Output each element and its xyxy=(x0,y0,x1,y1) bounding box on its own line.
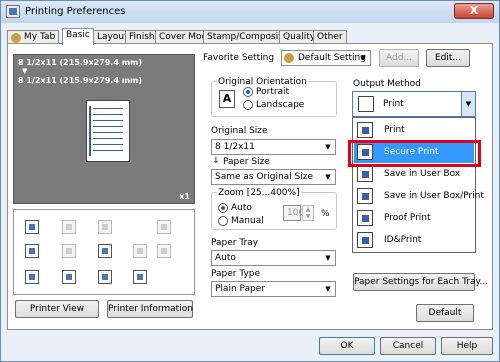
tab-my-tab-label: My Tab xyxy=(24,32,56,42)
arrow-down-icon: ↓ xyxy=(212,156,220,166)
tray-icon xyxy=(157,244,171,258)
landscape-label: Landscape xyxy=(256,100,305,110)
print-icon xyxy=(357,122,373,138)
paper-size-value: Same as Original Size xyxy=(215,172,314,182)
chevron-down-icon: ▼ xyxy=(360,54,366,62)
proof-print-icon xyxy=(357,210,373,226)
output-option-save-in-user-box-print[interactable]: Save in User Box/Print xyxy=(354,185,484,207)
paper-size-combo[interactable]: Same as Original Size ▼ xyxy=(211,169,336,185)
favorite-setting-label: Favorite Setting xyxy=(203,53,275,63)
arrow-down-icon: ▼ xyxy=(22,67,28,75)
tab-basic[interactable]: Basic xyxy=(62,28,94,45)
output-option-label: Print xyxy=(384,125,405,135)
combination-icon xyxy=(62,244,76,258)
function-icon-grid xyxy=(13,209,195,295)
paper-size-label: Paper Size xyxy=(223,157,270,167)
copies-count: x1 xyxy=(179,192,190,201)
output-option-proof-print[interactable]: Proof Print xyxy=(354,207,474,229)
id-print-icon xyxy=(357,232,373,248)
zoom-value-field[interactable]: 100 xyxy=(283,205,304,221)
booklet-icon xyxy=(133,244,147,258)
paper-tray-combo[interactable]: Auto ▼ xyxy=(211,250,336,266)
favorite-setting-combo[interactable]: Default Setting ▼ xyxy=(281,50,371,66)
original-size-value: 8 1/2x11 xyxy=(215,142,255,152)
default-button[interactable]: Default xyxy=(416,304,474,322)
output-method-combo[interactable]: Print ▼ xyxy=(352,91,476,117)
tab-finish[interactable]: Finish xyxy=(125,30,159,44)
output-method-dropdown-list: Print Secure Print Save in User Box Save… xyxy=(352,117,484,253)
tab-my-tab[interactable]: My Tab xyxy=(7,30,60,44)
zoom-auto-radio[interactable] xyxy=(218,203,228,213)
page-preview: 8 1/2x11 (215.9x279.4 mm) ▼ 8 1/2x11 (21… xyxy=(13,54,195,204)
output-option-label: Proof Print xyxy=(384,213,431,223)
close-button[interactable]: X xyxy=(454,3,494,19)
output-method-value: Print xyxy=(383,99,404,109)
chevron-down-icon[interactable]: ▼ xyxy=(461,92,475,116)
document-icon[interactable] xyxy=(25,270,39,284)
output-option-label: Save in User Box/Print xyxy=(384,191,484,201)
paper-tray-label: Paper Tray xyxy=(211,238,259,248)
printer-app-icon xyxy=(6,5,20,18)
ok-button[interactable]: OK xyxy=(319,337,375,355)
zoom-manual-label: Manual xyxy=(231,216,264,226)
user-auth-icon[interactable] xyxy=(62,270,76,284)
paper-type-combo[interactable]: Plain Paper ▼ xyxy=(211,281,336,297)
chevron-down-icon: ▼ xyxy=(325,254,331,262)
highlight-callout-box xyxy=(348,140,481,167)
user-box-print-icon xyxy=(357,188,373,204)
favorite-icon xyxy=(284,53,294,63)
orientation-label: Original Orientation xyxy=(217,77,308,87)
paper-tray-value: Auto xyxy=(215,253,236,263)
output-option-print[interactable]: Print xyxy=(354,119,474,141)
person-icon xyxy=(11,33,21,43)
zoom-unit: % xyxy=(321,209,330,219)
chevron-down-icon: ▼ xyxy=(325,285,331,293)
output-option-label: Save in User Box xyxy=(384,169,461,179)
paper-preview-icon xyxy=(86,100,130,162)
chevron-down-icon: ▼ xyxy=(325,173,331,181)
preview-original-size: 8 1/2x11 (215.9x279.4 mm) xyxy=(18,58,143,67)
zoom-label: Zoom [25...400%] xyxy=(217,188,301,198)
portrait-preview-icon: A xyxy=(219,90,235,108)
punch-icon xyxy=(98,220,112,234)
zoom-manual-radio[interactable] xyxy=(218,216,228,226)
landscape-radio[interactable] xyxy=(243,100,253,110)
original-size-combo[interactable]: 8 1/2x11 ▼ xyxy=(211,139,336,155)
paper-type-label: Paper Type xyxy=(211,269,261,279)
chevron-down-icon: ▼ xyxy=(325,143,331,151)
cancel-button[interactable]: Cancel xyxy=(380,337,436,355)
printer-view-button[interactable]: Printer View xyxy=(15,300,99,318)
paper-type-value: Plain Paper xyxy=(215,284,265,294)
user-box-icon xyxy=(357,166,373,182)
title-bar: Printing Preferences X xyxy=(1,1,499,23)
original-size-label: Original Size xyxy=(211,126,268,136)
output-print-icon[interactable] xyxy=(25,220,39,234)
window-title: Printing Preferences xyxy=(25,6,126,17)
zoom-auto-label: Auto xyxy=(231,203,252,213)
fold-icon xyxy=(157,220,171,234)
zoom-spinner[interactable]: ▲ ▼ xyxy=(302,205,314,221)
printing-preferences-window: Printing Preferences X My Tab Basic Layo… xyxy=(0,0,500,362)
portrait-label: Portrait xyxy=(256,87,290,97)
account-track-icon[interactable] xyxy=(98,270,112,284)
tab-other[interactable]: Other xyxy=(313,30,347,44)
edit-favorite-button[interactable]: Edit... xyxy=(426,49,470,67)
print-icon xyxy=(358,96,374,112)
color-icon[interactable] xyxy=(133,270,147,284)
duplex-icon[interactable] xyxy=(25,244,39,258)
output-option-label: ID&Print xyxy=(384,235,422,245)
output-method-label: Output Method xyxy=(353,79,421,89)
portrait-radio[interactable] xyxy=(243,87,253,97)
output-option-id-print[interactable]: ID&Print xyxy=(354,229,474,251)
preview-paper-size: 8 1/2x11 (215.9x279.4 mm) xyxy=(18,76,143,85)
add-favorite-button[interactable]: Add... xyxy=(379,49,419,67)
help-button[interactable]: Help xyxy=(441,337,493,355)
paper-settings-button[interactable]: Paper Settings for Each Tray... xyxy=(353,273,488,291)
layout-icon[interactable] xyxy=(98,244,112,258)
printer-information-button[interactable]: Printer Information xyxy=(107,300,193,318)
staple-icon xyxy=(62,220,76,234)
